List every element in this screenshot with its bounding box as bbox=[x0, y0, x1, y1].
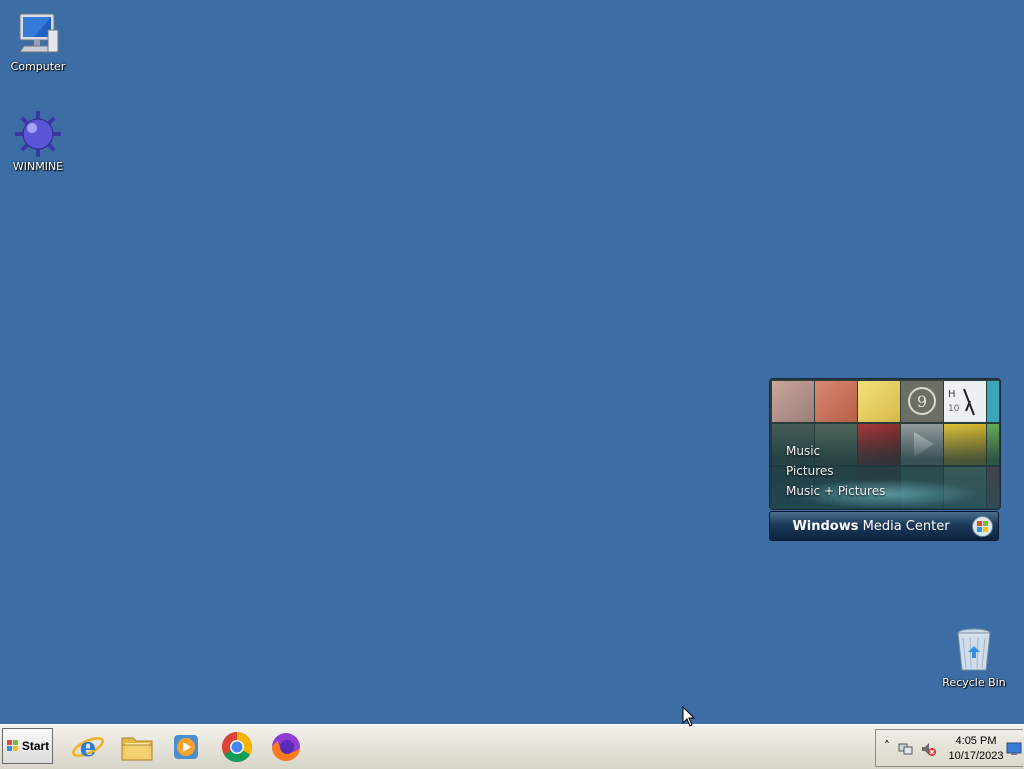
taskbar: Start e ˄ 4:05 PM 10/17/2023 bbox=[0, 724, 1024, 769]
desktop: Computer WINMINE Recycle Bin 9 H 10 Musi… bbox=[0, 0, 1024, 724]
gadget-tile bbox=[815, 381, 857, 422]
system-tray: ˄ 4:05 PM 10/17/2023 bbox=[875, 729, 1023, 767]
clock-date: 10/17/2023 bbox=[948, 750, 1004, 762]
internet-explorer-icon: e bbox=[72, 733, 104, 763]
desktop-icon-label: WINMINE bbox=[12, 160, 64, 173]
desktop-icon-computer[interactable]: Computer bbox=[0, 10, 76, 74]
firefox-icon bbox=[272, 733, 300, 761]
desktop-icon-label: Recycle Bin bbox=[942, 676, 1006, 689]
network-icon bbox=[898, 743, 913, 755]
windows-orb-icon bbox=[972, 516, 993, 537]
desktop-icon-winmine[interactable]: WINMINE bbox=[0, 110, 76, 174]
taskbar-internet-explorer[interactable]: e bbox=[70, 729, 106, 765]
taskbar-firefox[interactable] bbox=[268, 729, 304, 765]
media-center-title: Windows Media Center bbox=[792, 519, 949, 534]
computer-icon bbox=[14, 10, 62, 58]
chrome-icon bbox=[221, 732, 253, 763]
start-label: Start bbox=[21, 739, 50, 753]
svg-text:e: e bbox=[80, 733, 97, 763]
gadget-tile bbox=[987, 381, 999, 422]
speaker-muted-icon bbox=[922, 743, 936, 756]
media-center-title-bold: Windows bbox=[792, 519, 859, 534]
network-tray-icon[interactable] bbox=[898, 741, 914, 757]
taskbar-clock[interactable]: 4:05 PM 10/17/2023 bbox=[946, 734, 1006, 764]
tray-expand-button[interactable]: ˄ bbox=[879, 738, 895, 754]
windows-flag-icon bbox=[6, 740, 18, 751]
tile-number-text: 9 bbox=[917, 392, 927, 411]
media-center-title-rest: Media Center bbox=[858, 519, 950, 534]
folder-explorer-icon bbox=[121, 737, 153, 761]
tile-letter-text: H bbox=[948, 389, 956, 400]
media-center-launch-bar[interactable]: Windows Media Center bbox=[769, 511, 999, 541]
gadget-menu-music-pictures[interactable]: Music + Pictures bbox=[786, 481, 885, 501]
minesweeper-mine-icon bbox=[14, 110, 62, 158]
gadget-tile-collage: 9 H 10 Music Pictures Music + Pictures bbox=[769, 378, 1001, 510]
gadget-tile: 9 bbox=[901, 381, 943, 422]
clock-time: 4:05 PM bbox=[955, 735, 997, 747]
media-player-icon bbox=[174, 735, 198, 759]
volume-tray-icon[interactable] bbox=[920, 741, 936, 757]
gadget-tile bbox=[772, 381, 814, 422]
show-desktop-button[interactable] bbox=[1006, 742, 1022, 758]
desktop-icon-label: Computer bbox=[10, 60, 66, 73]
gadget-menu-music[interactable]: Music bbox=[786, 441, 885, 461]
taskbar-media-player[interactable] bbox=[168, 729, 204, 765]
taskbar-windows-explorer[interactable] bbox=[119, 729, 155, 765]
desktop-icon-recycle-bin[interactable]: Recycle Bin bbox=[936, 626, 1012, 690]
chevron-up-icon: ˄ bbox=[884, 739, 890, 753]
gadget-tile bbox=[858, 381, 900, 422]
taskbar-chrome[interactable] bbox=[219, 729, 255, 765]
recycle-bin-icon bbox=[950, 626, 998, 674]
tile-digits-text: 10 bbox=[948, 404, 960, 414]
media-center-gadget[interactable]: 9 H 10 Music Pictures Music + Pictures W… bbox=[769, 378, 1001, 544]
start-button[interactable]: Start bbox=[2, 728, 53, 764]
show-desktop-icon bbox=[1006, 742, 1022, 755]
gadget-menu-pictures[interactable]: Pictures bbox=[786, 461, 885, 481]
gadget-menu: Music Pictures Music + Pictures bbox=[786, 441, 885, 501]
gadget-tile: H 10 bbox=[944, 381, 986, 422]
